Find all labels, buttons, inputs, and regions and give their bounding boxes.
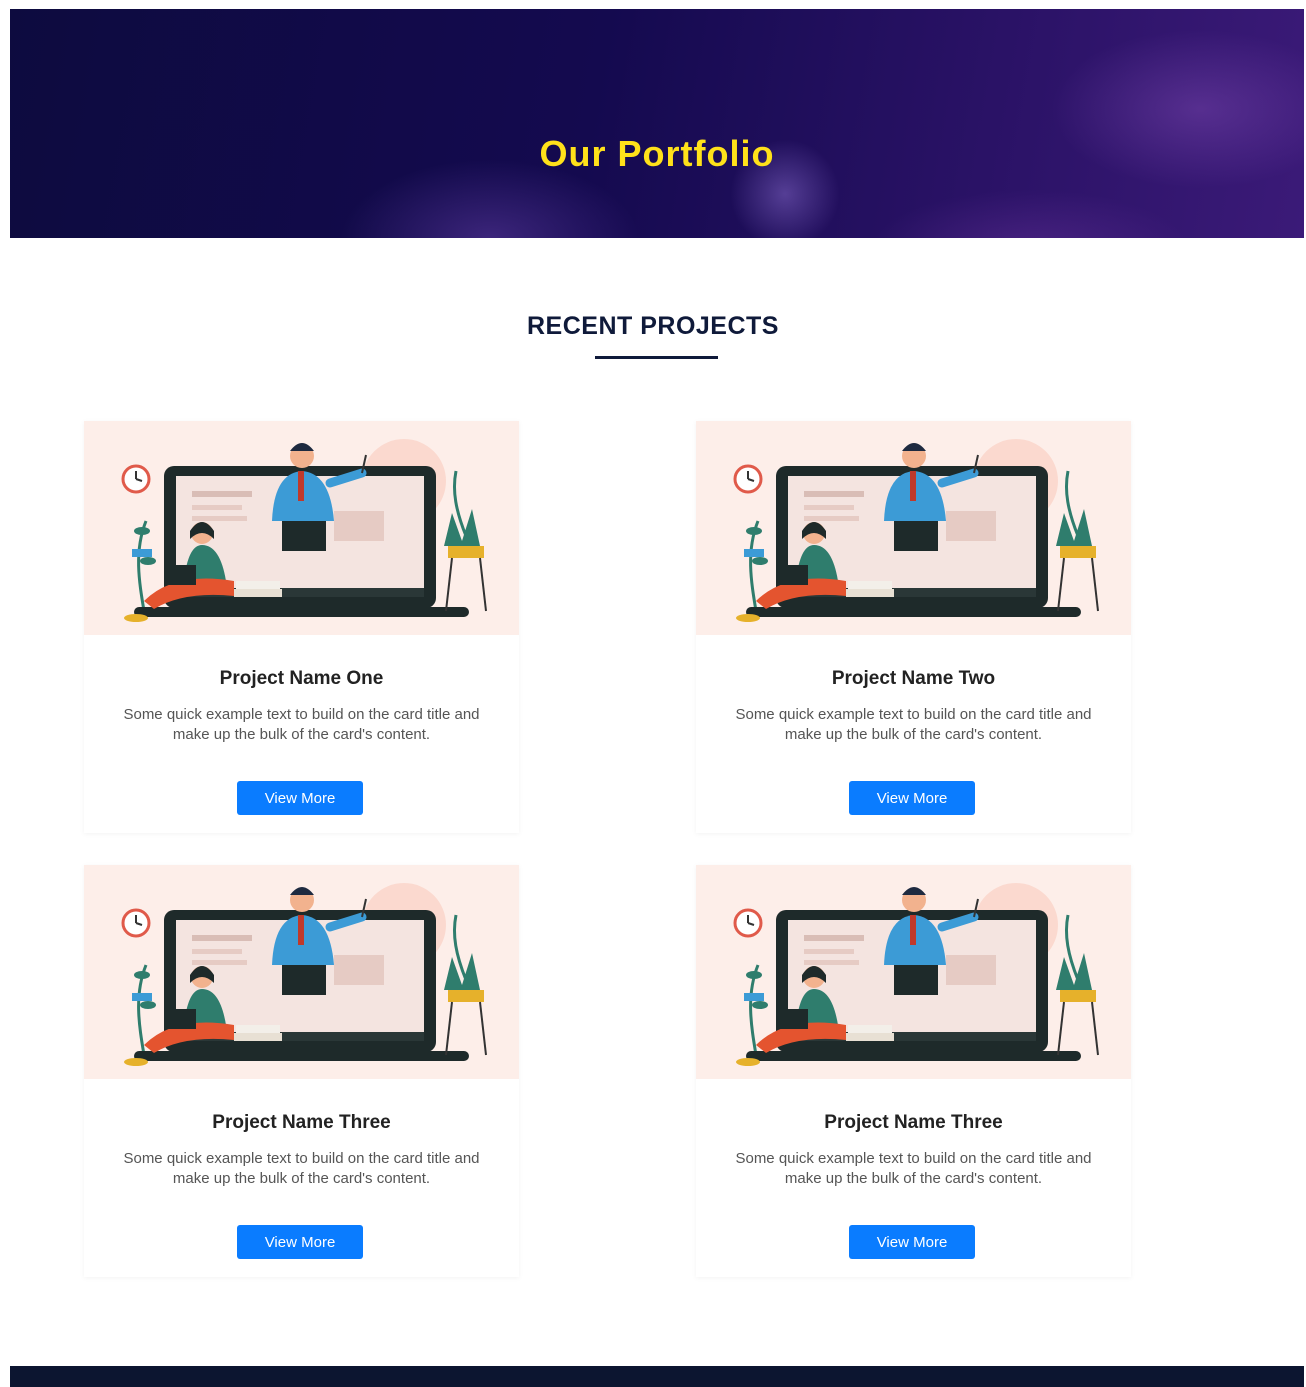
project-description: Some quick example text to build on the … [123,1150,480,1187]
view-more-button[interactable]: View More [849,781,975,815]
project-title: Project Name One [219,668,384,689]
footer [10,1366,1304,1387]
hero-glow [870,189,1190,238]
online-class-illustration [733,439,1099,622]
project-card: Project Name Three Some quick example te… [84,865,519,1277]
project-illustration [696,865,1131,1079]
page-title: Our Portfolio [539,133,775,174]
project-illustration [84,421,519,635]
project-title: Project Name Three [824,1112,1003,1133]
project-title: Project Name Two [831,668,996,689]
view-more-button[interactable]: View More [237,1225,363,1259]
view-more-button[interactable]: View More [849,1225,975,1259]
view-more-button[interactable]: View More [237,781,363,815]
project-card: Project Name Two Some quick example text… [696,421,1131,833]
online-class-illustration [121,883,487,1066]
project-card: Project Name One Some quick example text… [84,421,519,833]
section-divider [595,356,718,359]
project-description: Some quick example text to build on the … [735,1150,1092,1187]
project-description: Some quick example text to build on the … [123,706,480,743]
hero-banner: Our Portfolio [10,9,1304,238]
project-title: Project Name Three [212,1112,391,1133]
online-class-illustration [121,439,487,622]
online-class-illustration [733,883,1099,1066]
project-illustration [696,421,1131,635]
project-card: Project Name Three Some quick example te… [696,865,1131,1277]
project-illustration [84,865,519,1079]
section-title: RECENT PROJECTS [527,312,779,340]
project-description: Some quick example text to build on the … [735,706,1092,743]
